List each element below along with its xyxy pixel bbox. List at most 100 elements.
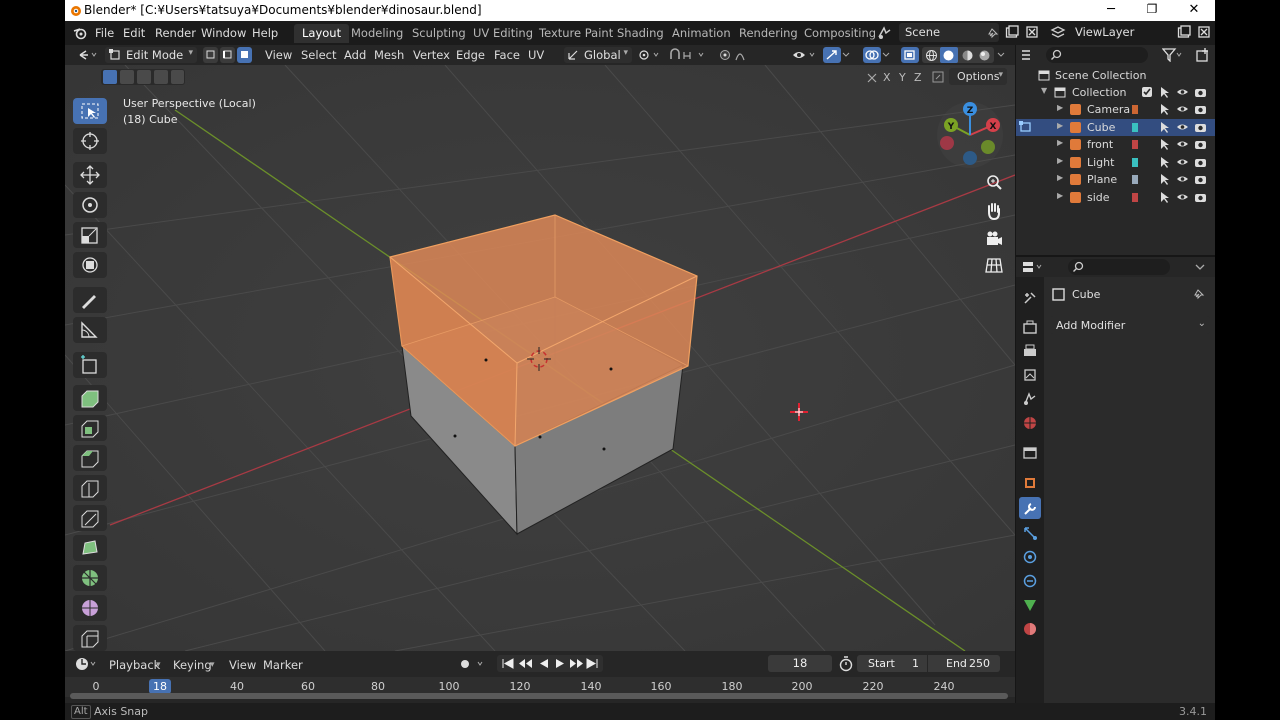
delete-view-layer-icon[interactable]	[1197, 25, 1211, 39]
outliner-search-input[interactable]	[1046, 47, 1148, 63]
face-select-mode-button[interactable]	[237, 47, 252, 63]
visibility-eye-icon[interactable]	[1176, 191, 1189, 203]
wireframe-shading-icon[interactable]	[925, 49, 938, 62]
edit-mode-indicator-icon[interactable]	[1018, 120, 1034, 137]
spin-tool[interactable]	[73, 565, 107, 591]
pivot-point-icon[interactable]	[637, 48, 661, 62]
timeline-scrollbar[interactable]	[70, 693, 1008, 699]
render-tab-icon[interactable]	[1022, 319, 1038, 335]
render-camera-icon[interactable]	[1194, 121, 1207, 133]
current-frame-field[interactable]: 18	[768, 655, 832, 672]
outliner-editor-type-icon[interactable]	[1020, 48, 1042, 62]
jump-end-icon[interactable]	[585, 657, 599, 670]
tab-compositing[interactable]: Compositing	[796, 24, 884, 43]
select-invert-button[interactable]	[154, 70, 168, 84]
object-tab-icon[interactable]	[1022, 475, 1038, 491]
expand-arrow-icon[interactable]: ▶	[1057, 156, 1063, 165]
loop-cut-tool[interactable]	[73, 475, 107, 501]
visibility-eye-icon[interactable]	[1176, 86, 1189, 98]
menu-edit[interactable]: Edit	[123, 26, 145, 40]
delete-scene-icon[interactable]	[1025, 25, 1039, 39]
object-data-icon[interactable]	[1130, 138, 1140, 151]
select-box-tool[interactable]	[73, 98, 107, 124]
tab-uv-editing[interactable]: UV Editing	[465, 24, 541, 43]
view-layer-selector[interactable]: ViewLayer	[1069, 23, 1169, 42]
blender-menu-icon[interactable]	[73, 26, 87, 40]
tab-texture-paint[interactable]: Texture Paint	[531, 24, 621, 43]
extrude-tool[interactable]	[73, 385, 107, 411]
auto-keying-icon[interactable]	[457, 656, 487, 672]
tool-settings-tab-icon[interactable]	[1022, 290, 1038, 306]
selectable-arrow-icon[interactable]	[1159, 121, 1171, 134]
render-camera-icon[interactable]	[1194, 156, 1207, 168]
rotate-tool[interactable]	[73, 192, 107, 218]
scene-tab-icon[interactable]	[1022, 391, 1038, 407]
scale-tool[interactable]	[73, 222, 107, 248]
close-button[interactable]: ✕	[1187, 2, 1201, 17]
menu-select[interactable]: Select	[301, 48, 336, 62]
navigation-gizmo[interactable]: X Y Z	[933, 98, 1003, 168]
visibility-eye-icon[interactable]	[1176, 173, 1189, 185]
annotate-tool[interactable]	[73, 287, 107, 313]
selectable-arrow-icon[interactable]	[1159, 138, 1171, 151]
prev-keyframe-icon[interactable]	[517, 657, 535, 670]
tab-rendering[interactable]: Rendering	[731, 24, 806, 43]
object-data-icon[interactable]	[1130, 103, 1140, 116]
cursor-tool[interactable]	[73, 128, 107, 154]
menu-mesh[interactable]: Mesh	[374, 48, 404, 62]
overlay-toggle-button[interactable]	[863, 47, 881, 63]
edge-slide-tool[interactable]	[73, 625, 107, 651]
visibility-eye-icon[interactable]	[1176, 121, 1189, 133]
expand-arrow-icon[interactable]: ▶	[1057, 138, 1063, 147]
tab-modeling[interactable]: Modeling	[343, 24, 411, 43]
chevron-down-icon[interactable]	[1194, 261, 1206, 273]
auto-merge-icon[interactable]	[931, 70, 945, 84]
end-frame-field[interactable]: End 250	[928, 655, 1000, 672]
particles-tab-icon[interactable]	[1022, 525, 1038, 541]
stopwatch-icon[interactable]	[838, 656, 854, 672]
bevel-tool[interactable]	[73, 445, 107, 471]
selectable-arrow-icon[interactable]	[1159, 103, 1171, 116]
properties-editor-type-icon[interactable]	[1022, 260, 1044, 274]
outliner-row-scene-collection[interactable]: Scene Collection	[1016, 67, 1215, 84]
select-extend-button[interactable]	[120, 70, 134, 84]
render-camera-icon[interactable]	[1194, 173, 1207, 185]
menu-view[interactable]: View	[229, 658, 256, 672]
selectable-arrow-icon[interactable]	[1159, 173, 1171, 186]
visibility-eye-icon[interactable]	[1176, 138, 1189, 150]
object-data-icon[interactable]	[1130, 156, 1140, 169]
render-camera-icon[interactable]	[1194, 103, 1207, 115]
next-keyframe-icon[interactable]	[567, 657, 585, 670]
object-data-icon[interactable]	[1130, 191, 1140, 204]
new-scene-icon[interactable]	[1005, 25, 1019, 39]
outliner-row-object[interactable]: ▶ Camera	[1016, 101, 1215, 118]
pan-button[interactable]	[983, 200, 1005, 222]
outliner-row-object[interactable]: ▶ side	[1016, 189, 1215, 206]
xray-toggle-button[interactable]	[901, 47, 919, 63]
selectable-arrow-icon[interactable]	[1159, 86, 1171, 99]
render-camera-icon[interactable]	[1194, 191, 1207, 203]
visibility-eye-icon[interactable]	[1176, 156, 1189, 168]
menu-render[interactable]: Render	[155, 26, 196, 40]
object-data-icon[interactable]	[1130, 121, 1140, 134]
menu-vertex[interactable]: Vertex	[413, 48, 450, 62]
select-intersect-button[interactable]	[171, 70, 184, 84]
material-tab-icon[interactable]	[1022, 621, 1038, 637]
filter-icon[interactable]	[1162, 48, 1182, 62]
3d-viewport[interactable]: User Perspective (Local) (18) Cube X Y Z…	[65, 65, 1015, 651]
smooth-tool[interactable]	[73, 595, 107, 621]
include-checkbox-icon[interactable]	[1141, 86, 1153, 98]
menu-face[interactable]: Face	[494, 48, 520, 62]
expand-arrow-icon[interactable]: ▶	[1057, 191, 1063, 200]
mirror-x-toggle[interactable]: X	[883, 71, 891, 84]
tab-shading[interactable]: Shading	[609, 24, 672, 43]
data-tab-icon[interactable]	[1022, 597, 1038, 613]
outliner-row-object[interactable]: ▶ front	[1016, 136, 1215, 153]
tab-layout[interactable]: Layout	[294, 24, 350, 43]
render-camera-icon[interactable]	[1194, 86, 1207, 98]
object-data-icon[interactable]	[1130, 173, 1140, 186]
selectable-arrow-icon[interactable]	[1159, 191, 1171, 204]
select-subtract-button[interactable]	[137, 70, 151, 84]
editor-type-icon[interactable]	[77, 48, 99, 62]
move-tool[interactable]	[73, 162, 107, 188]
